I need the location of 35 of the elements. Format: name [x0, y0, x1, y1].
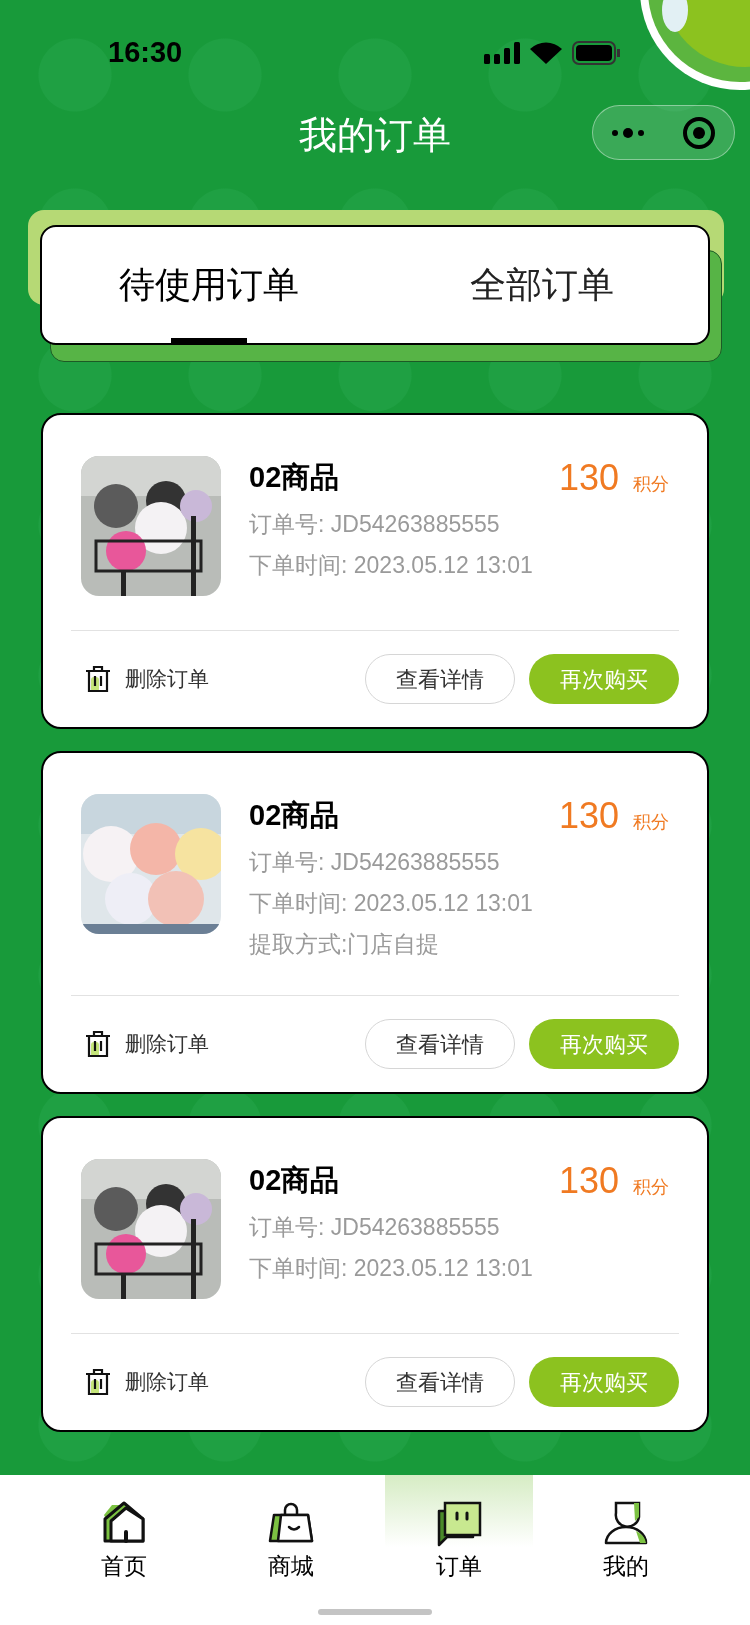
- trash-icon: [85, 1368, 111, 1396]
- order-info: 提取方式:门店自提: [249, 930, 441, 959]
- order-info: 订单号: JD54263885555: [249, 510, 501, 539]
- product-title: 02商品: [249, 1163, 340, 1199]
- view-details-button[interactable]: 查看详情: [365, 1019, 515, 1069]
- page-title: 我的订单: [299, 112, 451, 158]
- capsule-menu[interactable]: [592, 105, 735, 160]
- price: 130: [558, 794, 619, 838]
- view-details-button[interactable]: 查看详情: [365, 1357, 515, 1407]
- signal-icon: [484, 41, 520, 64]
- price: 130: [558, 456, 619, 500]
- order-info: 下单时间: 2023.05.12 13:01: [249, 889, 534, 918]
- trash-icon: [85, 1030, 111, 1058]
- price-unit: 积分: [633, 473, 669, 496]
- battery-icon: [572, 40, 620, 65]
- nav-item[interactable]: 我的: [552, 1475, 700, 1625]
- order-info: 订单号: JD54263885555: [249, 1213, 501, 1242]
- price-unit: 积分: [633, 811, 669, 834]
- product-title: 02商品: [249, 460, 340, 496]
- price: 130: [558, 1159, 619, 1203]
- price-unit: 积分: [633, 1176, 669, 1199]
- status-time: 16:30: [108, 34, 183, 70]
- delete-order-button[interactable]: 删除订单: [85, 1366, 209, 1398]
- delete-order-button[interactable]: 删除订单: [85, 1028, 209, 1060]
- trash-icon: [85, 665, 111, 693]
- wifi-icon: [530, 41, 562, 64]
- view-details-button[interactable]: 查看详情: [365, 654, 515, 704]
- tab[interactable]: 全部订单: [375, 227, 708, 343]
- delete-order-button[interactable]: 删除订单: [85, 663, 209, 695]
- product-title: 02商品: [249, 798, 340, 834]
- order-info: 下单时间: 2023.05.12 13:01: [249, 551, 534, 580]
- more-icon[interactable]: [611, 127, 646, 138]
- order-info: 下单时间: 2023.05.12 13:01: [249, 1254, 534, 1283]
- nav-item[interactable]: 首页: [50, 1475, 198, 1625]
- order-info: 订单号: JD54263885555: [249, 848, 501, 877]
